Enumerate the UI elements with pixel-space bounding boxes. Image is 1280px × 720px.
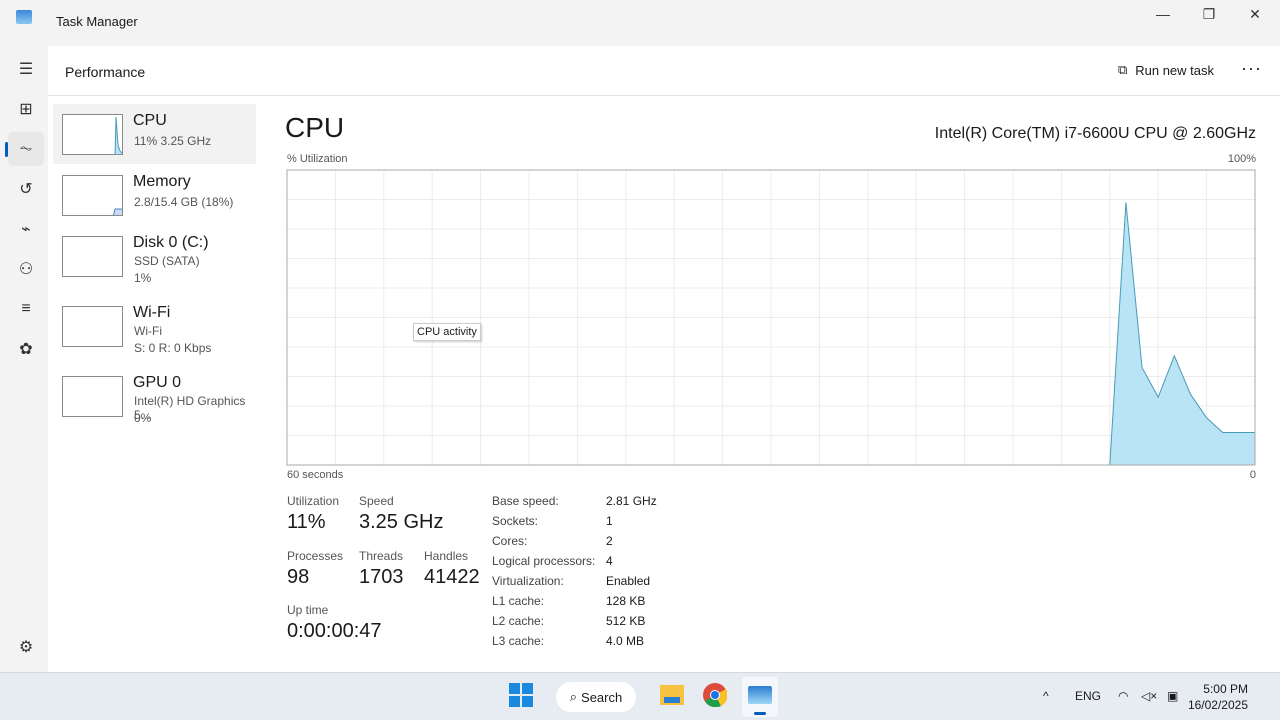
- sidebar-item-detail: Intel(R) HD Graphics 5...: [134, 394, 246, 422]
- virtualization-value: Enabled: [606, 574, 651, 588]
- x-left-label: 60 seconds: [287, 469, 344, 481]
- task-manager-taskbar-button[interactable]: [742, 677, 778, 717]
- date: 16/02/2025: [1187, 698, 1248, 712]
- sockets-value: 1: [606, 514, 613, 528]
- sidebar-item-wi-fi[interactable]: Wi-Fi Wi-Fi S: 0 R: 0 Kbps: [53, 296, 256, 356]
- processes-icon[interactable]: ⊞: [8, 92, 44, 126]
- sidebar-item-detail: 2.8/15.4 GB (18%): [134, 195, 234, 209]
- close-button[interactable]: ✕: [1240, 6, 1270, 26]
- utilization-value: 11%: [287, 511, 326, 533]
- handles-label: Handles: [424, 549, 469, 563]
- y-axis-label: % Utilization: [287, 153, 348, 165]
- l2-cache-label: L2 cache:: [492, 614, 545, 628]
- l3-cache-value: 4.0 MB: [606, 634, 645, 648]
- mini-graph: [62, 376, 123, 417]
- window-title: Task Manager: [56, 14, 138, 29]
- y-max-label: 100%: [1227, 153, 1256, 165]
- windows-start-icon[interactable]: [509, 683, 533, 707]
- base-speed-value: 2.81 GHz: [606, 494, 657, 508]
- l1-cache-label: L1 cache:: [492, 594, 545, 608]
- cpu-utilization-chart: [286, 169, 1256, 466]
- wifi-icon[interactable]: ◠: [1118, 689, 1128, 703]
- sidebar-item-detail-2: 1%: [134, 271, 152, 285]
- sidebar-item-name: Memory: [133, 173, 191, 190]
- l1-cache-value: 128 KB: [606, 594, 646, 608]
- services-icon[interactable]: ✿: [8, 332, 44, 366]
- speed-label: Speed: [359, 494, 394, 508]
- title-bar: Task Manager — ❐ ✕: [0, 0, 1280, 44]
- mini-graph: [62, 236, 123, 277]
- nav-rail: ☰ ⊞ ⏦ ↺ ⌁ ⚇ ≡ ✿ ⚙: [0, 46, 48, 672]
- task-manager-icon: [16, 10, 32, 24]
- mini-graph: [62, 306, 123, 347]
- processes-label: Processes: [287, 549, 344, 563]
- search-label: Search: [581, 689, 623, 705]
- show-hidden-icons[interactable]: ^: [1043, 689, 1049, 703]
- cores-value: 2: [606, 534, 613, 548]
- clock[interactable]: 5:00 PM 16/02/2025: [1188, 681, 1248, 713]
- run-new-task-button[interactable]: ⧉ Run new task: [1118, 62, 1214, 78]
- chart-tooltip: CPU activity: [413, 323, 481, 341]
- search-icon: ⌕: [569, 689, 578, 704]
- processes-value: 98: [287, 566, 310, 588]
- logical-processors-label: Logical processors:: [492, 554, 596, 568]
- sidebar-item-detail: SSD (SATA): [134, 254, 200, 268]
- cores-label: Cores:: [492, 534, 528, 548]
- volume-muted-icon[interactable]: ◁×: [1141, 689, 1157, 703]
- battery-icon[interactable]: ▣: [1167, 689, 1178, 703]
- logical-processors-value: 4: [606, 554, 613, 568]
- task-manager-icon: [748, 686, 772, 704]
- taskbar: ⌕ Search ^ ENG ◠ ◁× ▣ 5:00 PM 16/02/2025: [0, 672, 1280, 720]
- mini-graph: [62, 114, 123, 155]
- more-options-button[interactable]: ···: [1241, 58, 1262, 79]
- cpu-heading: CPU: [285, 112, 345, 143]
- time: 5:00 PM: [1203, 682, 1248, 696]
- sockets-label: Sockets:: [492, 514, 539, 528]
- language-indicator[interactable]: ENG: [1075, 689, 1101, 703]
- taskbar-search[interactable]: ⌕ Search: [556, 682, 636, 712]
- file-explorer-icon[interactable]: [660, 683, 684, 707]
- settings-icon[interactable]: ⚙: [8, 630, 44, 664]
- sidebar-item-detail-2: 0%: [134, 411, 152, 425]
- l3-cache-label: L3 cache:: [492, 634, 545, 648]
- run-new-task-label: Run new task: [1135, 62, 1214, 78]
- sidebar-item-name: CPU: [133, 112, 167, 129]
- minimize-button[interactable]: —: [1148, 6, 1178, 26]
- sidebar-item-detail: 11% 3.25 GHz: [134, 134, 212, 148]
- maximize-button[interactable]: ❐: [1194, 6, 1224, 26]
- performance-content: CPU 11% 3.25 GHz Memory 2.8/15.4 GB (18%) Di…: [48, 96, 1280, 672]
- chrome-icon[interactable]: [703, 683, 727, 707]
- details-icon[interactable]: ≡: [8, 292, 44, 326]
- cpu-model: Intel(R) Core(TM) i7-6600U CPU @ 2.60GHz: [934, 125, 1256, 142]
- performance-icon[interactable]: ⏦: [5, 132, 44, 166]
- base-speed-label: Base speed:: [492, 494, 559, 508]
- x-right-label: 0: [1249, 469, 1256, 481]
- sidebar-item-gpu-0[interactable]: GPU 0 Intel(R) HD Graphics 5... 0%: [53, 366, 256, 426]
- l2-cache-value: 512 KB: [606, 614, 646, 628]
- header: Performance ⧉ Run new task ···: [48, 46, 1280, 96]
- threads-label: Threads: [359, 549, 404, 563]
- app-history-icon[interactable]: ↺: [8, 172, 44, 206]
- speed-value: 3.25 GHz: [359, 511, 444, 533]
- up-time-label: Up time: [287, 603, 329, 617]
- menu-icon[interactable]: ☰: [8, 52, 44, 86]
- startup-icon[interactable]: ⌁: [8, 212, 44, 246]
- page-title: Performance: [65, 64, 146, 80]
- handles-value: 41422: [424, 566, 480, 588]
- sidebar-item-memory[interactable]: Memory 2.8/15.4 GB (18%): [53, 165, 256, 225]
- sidebar-item-detail: Wi-Fi: [134, 324, 162, 338]
- sidebar-item-name: GPU 0: [133, 374, 182, 391]
- sidebar-item-detail-2: S: 0 R: 0 Kbps: [134, 341, 212, 355]
- utilization-label: Utilization: [287, 494, 340, 508]
- up-time-value: 0:00:00:47: [287, 620, 382, 642]
- mini-graph: [62, 175, 123, 216]
- virtualization-label: Virtualization:: [492, 574, 564, 588]
- sidebar-item-name: Wi-Fi: [133, 304, 171, 321]
- users-icon[interactable]: ⚇: [8, 252, 44, 286]
- sidebar-item-cpu[interactable]: CPU 11% 3.25 GHz: [53, 104, 256, 164]
- run-task-icon: ⧉: [1117, 62, 1128, 77]
- sidebar-item-disk-0-c[interactable]: Disk 0 (C:) SSD (SATA) 1%: [53, 226, 256, 286]
- sidebar-item-name: Disk 0 (C:): [133, 234, 209, 251]
- threads-value: 1703: [359, 566, 404, 588]
